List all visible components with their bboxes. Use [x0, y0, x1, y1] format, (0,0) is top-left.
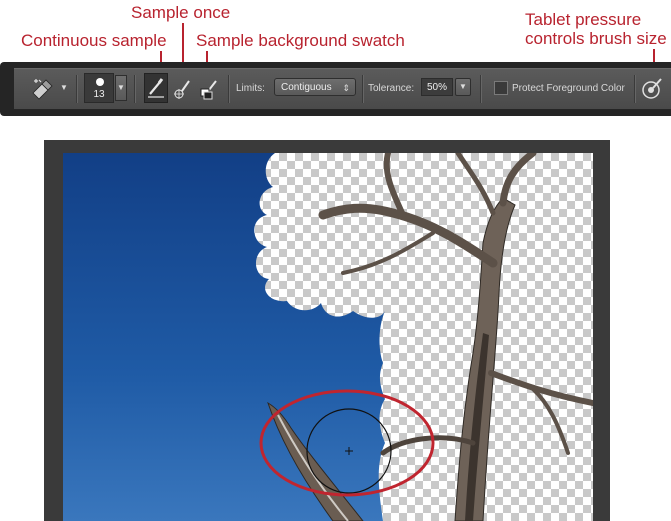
protect-foreground-checkbox[interactable] — [494, 81, 508, 95]
branch-left-upper — [383, 153, 406, 218]
continuous-sample-icon[interactable] — [144, 73, 168, 103]
brush-preset-icon — [96, 78, 104, 86]
branch-left — [318, 203, 498, 268]
callout-continuous-sample: Continuous sample — [21, 31, 167, 50]
separator — [634, 75, 636, 103]
callout-tablet-pressure-2: controls brush size — [525, 29, 667, 48]
separator — [362, 75, 364, 103]
sample-once-icon[interactable] — [172, 75, 194, 101]
tolerance-label: Tolerance: — [368, 83, 415, 94]
callout-tablet-pressure-1: Tablet pressure — [525, 10, 642, 29]
limits-label: Limits: — [236, 83, 265, 94]
separator — [228, 75, 230, 103]
brush-size-value: 13 — [93, 89, 105, 100]
branch-top — [499, 153, 537, 207]
options-bar: ▼ 13 ▼ Limits: Contiguous ⇕ Tolerance: 5… — [0, 62, 671, 116]
options-bar-inner: ▼ 13 ▼ Limits: Contiguous ⇕ Tolerance: 5… — [14, 68, 671, 109]
select-arrows-icon: ⇕ — [342, 83, 350, 93]
limits-select-value: Contiguous — [281, 82, 332, 93]
separator — [76, 75, 78, 103]
callout-sample-once: Sample once — [131, 3, 231, 22]
tolerance-slider-button[interactable]: ▼ — [455, 78, 471, 96]
tool-preset-dropdown-icon[interactable]: ▼ — [60, 83, 68, 92]
tolerance-input[interactable]: 50% — [421, 78, 453, 96]
brush-picker[interactable]: 13 — [84, 73, 114, 103]
separator — [480, 75, 482, 103]
branch-top-2 — [455, 153, 496, 216]
tablet-pressure-icon[interactable] — [640, 75, 664, 101]
background-eraser-tool-icon[interactable] — [30, 77, 56, 101]
limits-select[interactable]: Contiguous ⇕ — [274, 78, 356, 96]
separator — [134, 75, 136, 103]
protect-foreground-label: Protect Foreground Color — [512, 83, 625, 94]
callout-sample-background: Sample background swatch — [196, 31, 405, 50]
branch-lower-left — [380, 435, 476, 456]
branch-small — [341, 231, 435, 275]
brush-picker-dropdown-button[interactable]: ▼ — [115, 75, 127, 101]
document-canvas[interactable] — [63, 153, 593, 521]
canvas-artwork — [63, 153, 593, 521]
sample-background-swatch-icon[interactable] — [198, 75, 220, 101]
